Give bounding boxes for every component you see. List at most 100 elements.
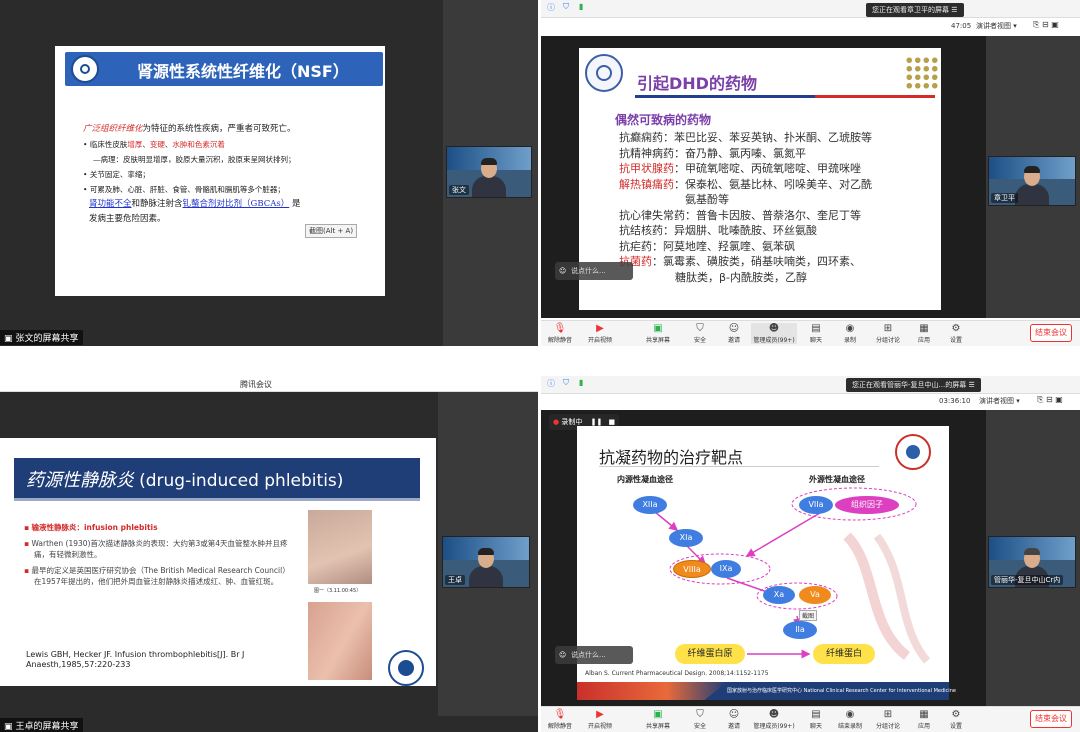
reaction-input[interactable]: 说点什么... [555, 262, 633, 280]
node-xiia: XIIa [633, 496, 667, 514]
invite-button[interactable]: ☺ 邀请 [717, 323, 751, 344]
slide: 肾源性系统性纤维化（NSF） 广泛组织纤维化为特征的系统性疾病，严重者可致死亡。… [55, 46, 385, 296]
breakout-icon: ⊞ [883, 709, 893, 720]
line-4: • 关节固定、挛缩； [83, 170, 150, 179]
meeting-topbar: ⓘ ⛉ ▮ 您正在观看管丽华-复旦中山...的屏幕 ☰ 03:36:10 演讲者… [541, 376, 1080, 405]
end-recording-button[interactable]: ◉ 结束录制 [833, 709, 867, 730]
breakout-button[interactable]: ⊞ 分组讨论 [871, 323, 905, 344]
record-button[interactable]: ◉ 录制 [833, 323, 867, 344]
node-fibrinogen: 纤维蛋白原 [675, 644, 745, 664]
camera-tile-wangzhuo[interactable]: 王卓 [442, 536, 530, 588]
view-mode-dropdown[interactable]: 演讲者视图 ▾ [976, 21, 1017, 31]
avatar [472, 158, 506, 197]
chat-button[interactable]: ▤ 聊天 [799, 323, 833, 344]
end-meeting-button[interactable]: 结束会议 [1030, 324, 1072, 342]
window-title: 腾讯会议 [240, 380, 272, 389]
chat-icon: ▤ [811, 709, 821, 720]
meeting-timer: 47:05 [951, 22, 972, 30]
screenshot-hint-tooltip: 截图(Alt + A) [305, 224, 358, 238]
university-seal-icon [388, 650, 424, 686]
seal-logo-icon [585, 54, 623, 92]
info-icon[interactable]: ⓘ [547, 378, 555, 389]
drug-row: 氨基酚等 [685, 193, 729, 206]
settings-button[interactable]: ⚙ 设置 [939, 323, 973, 344]
slide-header: 肾源性系统性纤维化（NSF） [65, 52, 383, 86]
footer-text: 国家放射与治疗临床医学研究中心 National Clinical Resear… [727, 688, 956, 694]
share-label: ▣ 张文的屏幕共享 [0, 330, 83, 345]
line-2: • 临床性皮肤增厚、变硬、水肿和色素沉着 [83, 140, 225, 149]
window-controls[interactable]: ⎘ ⊟ ▣ [1037, 395, 1063, 405]
node-viia: VIIa [799, 496, 833, 514]
slide: 引起DHD的药物 偶然可致病的药物 抗癫痫药：苯巴比妥、苯妥英钠、扑米酮、乙琥胺… [579, 48, 941, 310]
share-screen-icon: ▣ [653, 323, 663, 334]
invite-button[interactable]: ☺ 邀请 [717, 709, 751, 730]
menu-icon[interactable]: ☰ [968, 381, 974, 389]
security-button[interactable]: ⛉ 安全 [683, 709, 717, 730]
record-icon: ◉ [845, 709, 855, 720]
invite-icon: ☺ [728, 709, 740, 720]
end-meeting-button[interactable]: 结束会议 [1030, 710, 1072, 728]
screenshot-tooltip: 截图 [799, 610, 818, 621]
node-xa: Xa [763, 586, 795, 604]
bullet-list: ▪ 输液性静脉炎：infusion phlebitis ▪ Warthen (1… [24, 522, 296, 587]
share-screen-button[interactable]: ▣ 共享屏幕 [641, 709, 675, 730]
video-tile-zhangwen: 肾源性系统性纤维化（NSF） 广泛组织纤维化为特征的系统性疾病，严重者可致死亡。… [0, 0, 538, 346]
drug-row: 抗甲状腺药：甲硫氧嘧啶、丙硫氧嘧啶、甲巯咪唑 [619, 162, 861, 175]
shield-icon[interactable]: ⛉ [563, 2, 569, 12]
manage-members-button[interactable]: ☻ 管理成员(99+) [751, 709, 797, 730]
start-video-button[interactable]: ▶ 开启视频 [583, 709, 617, 730]
share-screen-button[interactable]: ▣ 共享屏幕 [641, 323, 675, 344]
slide-title: 药源性静脉炎 (drug-induced phlebitis) [26, 470, 344, 491]
dot-grid-decoration [905, 56, 939, 90]
bullet-2: ▪ Warthen (1930)首次描述静脉炎的表现：大约第3或第4天血管整水肿… [24, 539, 288, 559]
camera-tile-zhangwen[interactable]: 张文 [446, 146, 532, 198]
chat-button[interactable]: ▤ 聊天 [799, 709, 833, 730]
bullet-3: ▪ 最早的定义是英国医疗研究协会（The British Medical Res… [24, 566, 290, 586]
camera-tile-zhangweiping[interactable]: 章卫平 [988, 156, 1076, 206]
title-underline [635, 95, 815, 98]
breakout-icon: ⊞ [883, 323, 893, 334]
apps-button[interactable]: ▦ 应用 [907, 323, 941, 344]
video-tile-guanlihua: ⓘ ⛉ ▮ 您正在观看管丽华-复旦中山...的屏幕 ☰ 03:36:10 演讲者… [541, 376, 1080, 732]
line-5: • 可累及肺、心脏、肝脏、食管、骨骼肌和膈肌等多个脏器； [83, 185, 285, 194]
manage-members-button[interactable]: ☻ 管理成员(99+) [751, 323, 797, 344]
drug-row: 抗结核药：异烟肼、吡嗪酰胺、环丝氨酸 [619, 224, 817, 237]
line-6: 肾功能不全和静脉注射含钆螯合剂对比剂（GBCAs） 是 [89, 199, 301, 209]
photo-caption: 图一（3.11.00:45） [314, 588, 362, 594]
camera-name: 管丽华-复旦中山Cr内 [991, 575, 1064, 585]
camera-name: 张文 [449, 185, 469, 195]
meeting-topbar: ⓘ ⛉ ▮ 您正在观看章卫平的屏幕 ☰ 47:05 演讲者视图 ▾ ⎘ ⊟ ▣ [541, 0, 1080, 30]
view-mode-dropdown[interactable]: 演讲者视图 ▾ [979, 396, 1020, 406]
menu-icon[interactable]: ☰ [951, 6, 957, 14]
mic-off-icon: 🎙 [553, 709, 567, 720]
invite-icon: ☺ [728, 323, 740, 334]
reaction-input[interactable]: 说点什么... [555, 646, 633, 664]
shield-icon[interactable]: ⛉ [563, 378, 569, 388]
camera-tile-guanlihua[interactable]: 管丽华-复旦中山Cr内 [988, 536, 1076, 588]
reference: Lewis GBH, Hecker JF. Infusion thromboph… [26, 650, 245, 669]
mic-off-icon: 🎙 [553, 323, 567, 334]
video-tile-zhangweiping: ⓘ ⛉ ▮ 您正在观看章卫平的屏幕 ☰ 47:05 演讲者视图 ▾ ⎘ ⊟ ▣ … [541, 0, 1080, 346]
pause-icon[interactable]: ❚❚ [591, 418, 603, 426]
start-video-button[interactable]: ▶ 开启视频 [583, 323, 617, 344]
chat-icon: ▤ [811, 323, 821, 334]
settings-button[interactable]: ⚙ 设置 [939, 709, 973, 730]
unmute-button[interactable]: 🎙 解除静音 [543, 323, 577, 344]
apps-button[interactable]: ▦ 应用 [907, 709, 941, 730]
drug-row: 抗癫痫药：苯巴比妥、苯妥英钠、扑米酮、乙琥胺等 [619, 131, 872, 144]
unmute-button[interactable]: 🎙 解除静音 [543, 709, 577, 730]
viewing-label: 您正在观看章卫平的屏幕 ☰ [866, 3, 964, 17]
window-controls[interactable]: ⎘ ⊟ ▣ [1033, 20, 1059, 30]
node-iia: IIa [783, 621, 817, 639]
window-title-bar: 腾讯会议 [0, 376, 538, 392]
drug-row: 抗心律失常药：普鲁卡因胺、普萘洛尔、奎尼丁等 [619, 208, 861, 222]
breakout-button[interactable]: ⊞ 分组讨论 [871, 709, 905, 730]
slide-title: 引起DHD的药物 [637, 74, 757, 93]
info-icon[interactable]: ⓘ [547, 2, 555, 13]
gear-icon: ⚙ [951, 709, 961, 720]
gear-icon: ⚙ [951, 323, 961, 334]
camera-name: 王卓 [445, 575, 465, 585]
security-button[interactable]: ⛉ 安全 [683, 323, 717, 344]
drug-row: 抗精神病药：奋乃静、氯丙嗪、氯氮平 [619, 146, 806, 160]
stop-icon[interactable]: ■ [609, 418, 616, 426]
